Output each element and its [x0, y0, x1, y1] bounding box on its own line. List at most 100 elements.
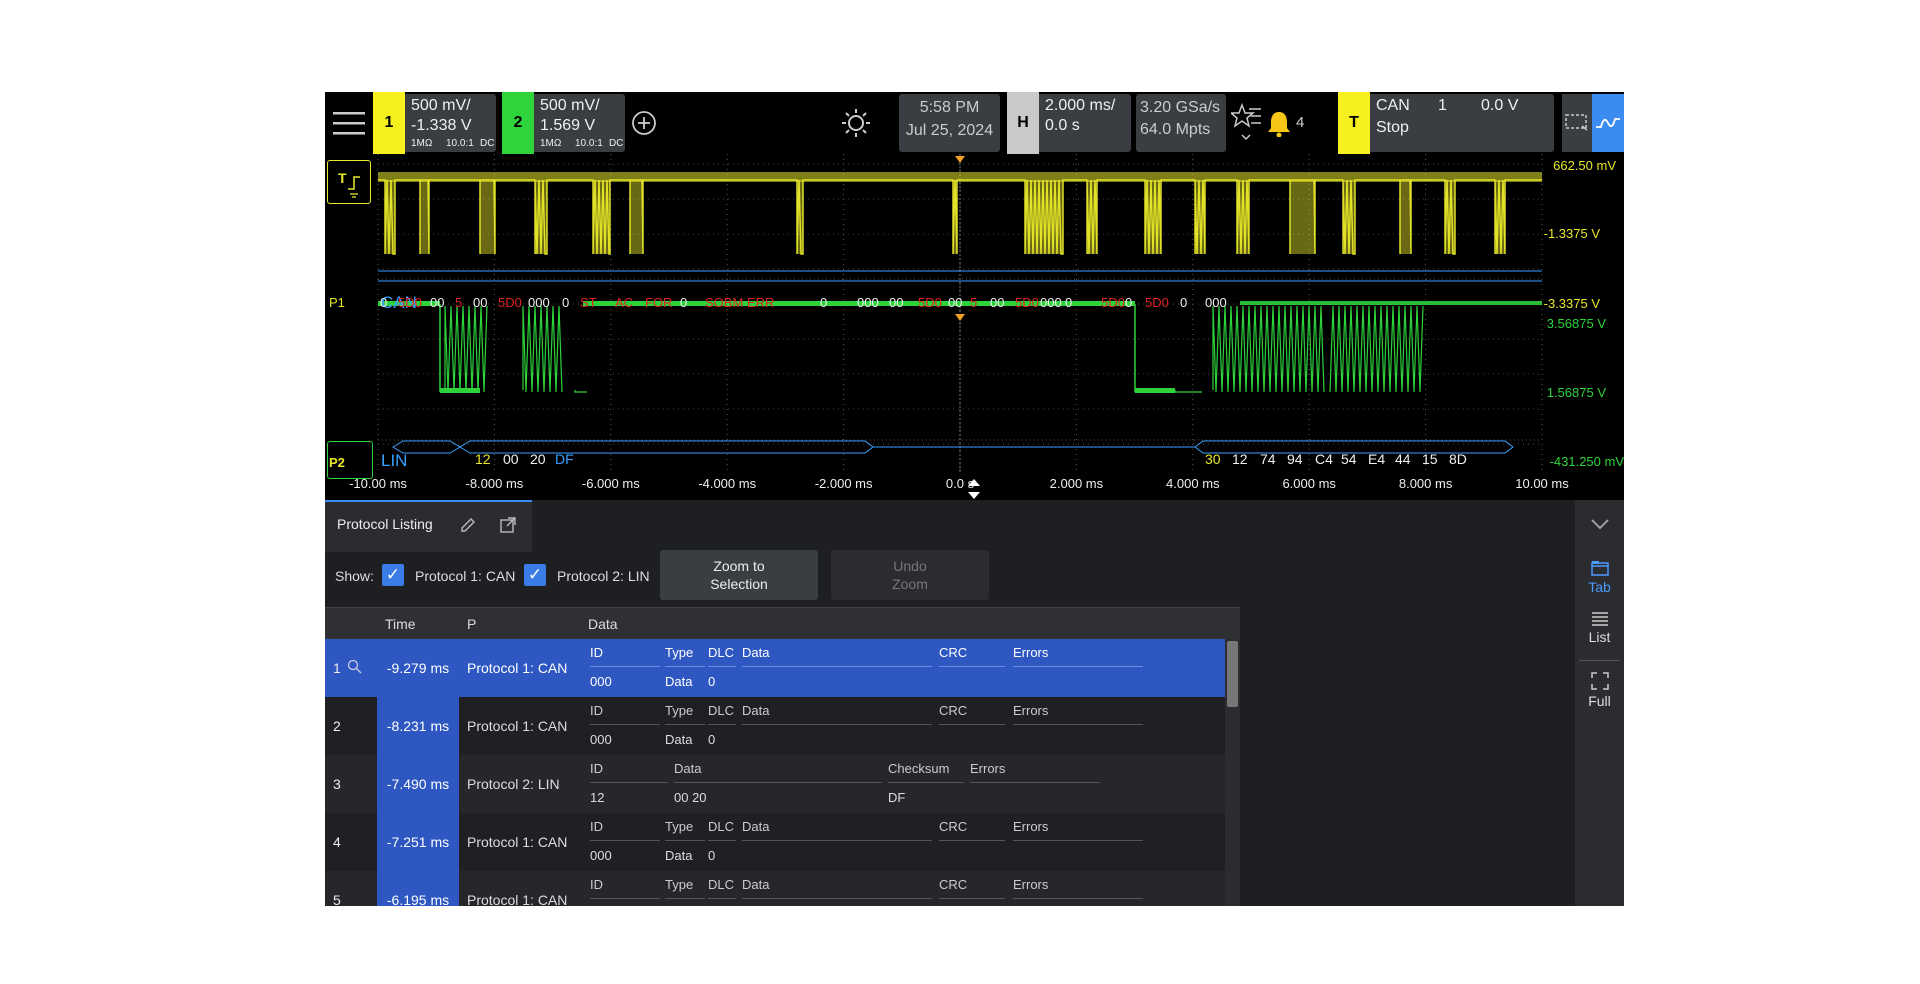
can-decode-label: 5D0 — [398, 295, 422, 310]
channel-2-panel[interactable]: 2 500 mV/ 1.569 V 1MΩ 10.0:1 DC — [502, 92, 625, 154]
trigger-mode-icon[interactable]: T — [327, 160, 371, 204]
field-value: 000 — [590, 732, 612, 747]
ch1-burst — [420, 180, 429, 254]
column-data-header[interactable]: Data — [588, 616, 618, 632]
field-header: Data — [674, 761, 702, 776]
show-label: Show: — [335, 568, 374, 584]
time-axis-label: 10.00 ms — [1515, 476, 1569, 491]
collapse-chevron-icon[interactable] — [1585, 514, 1615, 534]
field-header: Errors — [1013, 645, 1049, 660]
trigger-panel[interactable]: T CAN 1 0.0 V Stop — [1338, 92, 1554, 154]
favorites-icon[interactable] — [1230, 102, 1262, 146]
popout-icon[interactable] — [497, 514, 519, 536]
field-header: Errors — [1013, 877, 1049, 892]
date-time-panel[interactable]: 5:58 PM Jul 25, 2024 — [899, 94, 1000, 152]
menu-icon[interactable] — [329, 100, 369, 146]
column-p-header[interactable]: P — [467, 616, 476, 632]
tab-view-button[interactable]: Tab — [1575, 560, 1624, 595]
ch1-bot-scale: -3.3375 V — [1543, 296, 1600, 311]
row-index: 5 — [333, 892, 341, 906]
table-row[interactable]: 3 -7.490 ms Protocol 2: LIN ID 12 Data 00 20 Ch… — [325, 755, 1231, 813]
row-search-icon[interactable] — [347, 659, 363, 680]
field-divider — [939, 840, 1005, 841]
column-time-header[interactable]: Time — [385, 616, 416, 632]
protocol1-checkbox-label: Protocol 1: CAN — [415, 568, 516, 584]
panel-resize-handle-icon[interactable] — [963, 476, 985, 502]
ch2-idle-high-3 — [1240, 301, 1542, 305]
field-value: 00 20 — [674, 790, 707, 805]
field-divider — [1013, 898, 1143, 899]
time-axis-label: -10.00 ms — [349, 476, 407, 491]
list-view-button[interactable]: List — [1575, 610, 1624, 645]
protocol-listing-tab[interactable]: Protocol Listing — [325, 500, 532, 552]
can-decode-label: 000 — [857, 295, 879, 310]
table-row[interactable]: 5 -6.195 ms Protocol 1: CAN ID Type DLC Data CR… — [325, 871, 1231, 906]
box-zoom-icon[interactable] — [1562, 94, 1592, 152]
waveform-mode-icon[interactable] — [1592, 94, 1624, 152]
waveform-display[interactable]: T 662.50 mV -1.3375 V -3.3375 V 3.56875 … — [325, 154, 1624, 499]
trigger-position-marker-2 — [955, 314, 965, 321]
time-axis-label: 2.000 ms — [1049, 476, 1104, 491]
zoom-to-selection-button[interactable]: Zoom to Selection — [660, 550, 818, 600]
trigger-type: CAN — [1376, 97, 1410, 114]
protocol-listing-title: Protocol Listing — [337, 516, 433, 532]
channel-2-impedance: 1MΩ — [540, 138, 562, 149]
field-divider — [590, 724, 660, 725]
can-decode-label: 0 — [1065, 295, 1073, 310]
table-row[interactable]: 4 -7.251 ms Protocol 1: CAN ID 000 Type Data DL… — [325, 813, 1231, 871]
ch2-burst — [522, 305, 563, 393]
can-decode-label: 5 — [970, 295, 978, 310]
time-axis-label: -2.000 ms — [814, 476, 873, 491]
time-axis-label: -8.000 ms — [465, 476, 524, 491]
date-display: Jul 25, 2024 — [905, 122, 994, 139]
can-decode-label: 00 — [948, 295, 963, 310]
channel-1-panel[interactable]: 1 500 mV/ -1.338 V 1MΩ 10.0:1 DC — [373, 92, 496, 154]
field-header: Data — [742, 645, 770, 660]
ch2-bot-scale: -431.250 mV — [1549, 454, 1624, 469]
protocol2-checkbox-label: Protocol 2: LIN — [557, 568, 650, 584]
field-divider — [665, 724, 705, 725]
notification-bell-icon[interactable] — [1265, 108, 1293, 138]
lin-decode-label: 94 — [1287, 451, 1303, 467]
waveform-graticule — [377, 154, 1543, 474]
can-decode-label: 5D0 — [918, 295, 942, 310]
can-decode-label: 5D0 — [1101, 295, 1125, 310]
ch2-burst — [574, 390, 587, 393]
listing-scrollbar-thumb[interactable] — [1227, 641, 1238, 707]
add-channel-icon[interactable] — [629, 108, 659, 138]
horizontal-delay: 0.0 s — [1045, 117, 1080, 134]
time-axis-label: -6.000 ms — [581, 476, 640, 491]
field-divider — [888, 782, 964, 783]
table-row[interactable]: 1 -9.279 ms Protocol 1: CAN ID 000 Type Data DL… — [325, 639, 1231, 697]
field-divider — [1013, 840, 1143, 841]
row-protocol: Protocol 1: CAN — [467, 892, 568, 906]
channel-1-offset: -1.338 V — [411, 117, 472, 134]
field-value: 0 — [708, 674, 716, 689]
edit-pencil-icon[interactable] — [457, 514, 479, 536]
row-index: 1 — [333, 660, 341, 676]
can-decode-label: 0 — [380, 295, 388, 310]
channel-2-offset: 1.569 V — [540, 117, 596, 134]
ch2-burst — [444, 305, 488, 393]
field-divider — [1013, 724, 1143, 725]
field-divider — [708, 724, 736, 725]
acquisition-panel[interactable]: 3.20 GSa/s 64.0 Mpts — [1136, 94, 1226, 152]
undo-zoom-button[interactable]: Undo Zoom — [831, 550, 989, 600]
can-decode-label: 5D0 — [1145, 295, 1169, 310]
protocol2-checkbox[interactable]: ✓ — [524, 564, 546, 586]
field-divider — [939, 724, 1005, 725]
ch1-burst — [953, 180, 957, 254]
full-view-button[interactable]: Full — [1575, 672, 1624, 709]
field-header: Errors — [970, 761, 1006, 776]
channel-2-coupling: DC — [609, 138, 624, 149]
table-row[interactable]: 2 -8.231 ms Protocol 1: CAN ID 000 Type Data DL… — [325, 697, 1231, 755]
channel-2-number: 2 — [502, 92, 534, 154]
can-decode-label: 5 — [455, 295, 463, 310]
top-bar: 1 500 mV/ -1.338 V 1MΩ 10.0:1 DC 2 500 m… — [325, 92, 1624, 154]
horizontal-panel[interactable]: H 2.000 ms/ 0.0 s — [1007, 92, 1131, 154]
protocol1-checkbox[interactable]: ✓ — [382, 564, 404, 586]
ch1-burst — [535, 180, 547, 254]
brightness-icon[interactable] — [839, 106, 873, 140]
listing-scrollbar[interactable] — [1225, 639, 1240, 906]
channel-1-number: 1 — [373, 92, 405, 154]
